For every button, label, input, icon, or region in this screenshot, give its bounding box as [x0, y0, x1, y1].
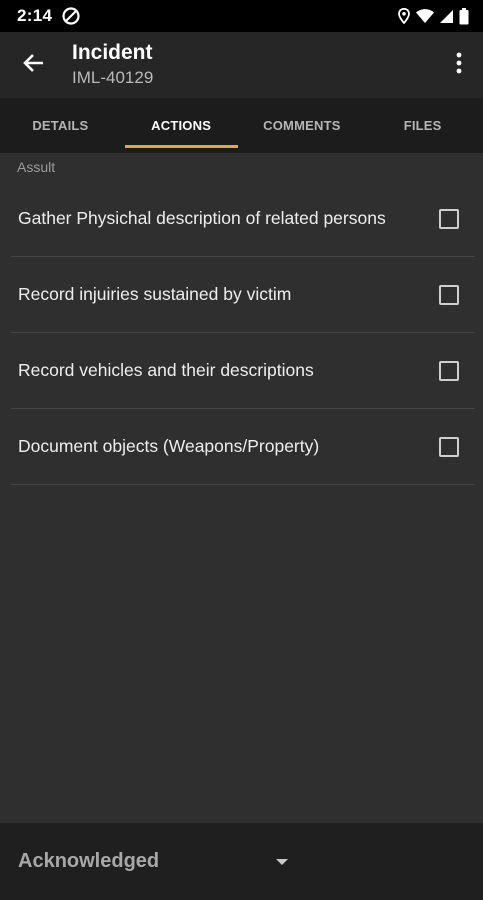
- action-checkbox[interactable]: [439, 284, 459, 305]
- list-item[interactable]: Document objects (Weapons/Property): [11, 409, 475, 485]
- tab-bar: DETAILS ACTIONS COMMENTS FILES: [0, 98, 483, 153]
- status-icons: [398, 7, 469, 25]
- tab-actions[interactable]: ACTIONS: [121, 98, 242, 153]
- status-time: 2:14: [17, 6, 53, 25]
- more-options-button[interactable]: [435, 32, 483, 98]
- incident-screen: 2:14 Incident IML-40129 DETAILS ACTIONS …: [0, 0, 483, 900]
- action-checkbox[interactable]: [439, 360, 459, 381]
- list-item[interactable]: Gather Physichal description of related …: [11, 181, 475, 257]
- section-label: Assult: [17, 159, 56, 175]
- tab-files[interactable]: FILES: [362, 98, 483, 153]
- action-label: Gather Physichal description of related …: [18, 208, 386, 228]
- sync-disabled-icon: [62, 7, 80, 25]
- status-value: Acknowledged: [18, 850, 160, 872]
- action-label: Record vehicles and their descriptions: [18, 360, 314, 380]
- list-item[interactable]: Record injuiries sustained by victim: [11, 257, 475, 333]
- list-item[interactable]: Record vehicles and their descriptions: [11, 333, 475, 409]
- page-title: Incident: [72, 41, 153, 64]
- incident-id: IML-40129: [72, 68, 154, 87]
- tab-comments[interactable]: COMMENTS: [242, 98, 363, 153]
- action-label: Document objects (Weapons/Property): [18, 436, 320, 456]
- action-checkbox[interactable]: [439, 208, 459, 229]
- actions-panel: Assult Gather Physichal description of r…: [0, 153, 483, 823]
- action-label: Record injuiries sustained by victim: [18, 284, 292, 304]
- location-icon: [398, 8, 410, 24]
- status-dropdown[interactable]: Acknowledged: [18, 850, 288, 873]
- back-button[interactable]: [0, 32, 66, 98]
- back-arrow-icon: [22, 53, 44, 78]
- tab-details[interactable]: DETAILS: [0, 98, 121, 153]
- bottom-bar: Acknowledged: [0, 823, 483, 900]
- action-checkbox[interactable]: [439, 436, 459, 457]
- app-bar: Incident IML-40129: [0, 32, 483, 98]
- dropdown-arrow-icon: [276, 858, 288, 865]
- status-bar: 2:14: [0, 0, 483, 32]
- battery-icon: [459, 7, 469, 25]
- more-vert-icon: [456, 52, 462, 79]
- wifi-icon: [416, 9, 434, 23]
- action-list: Gather Physichal description of related …: [11, 181, 475, 485]
- signal-icon: [440, 9, 453, 23]
- title-group: Incident IML-40129: [72, 40, 153, 90]
